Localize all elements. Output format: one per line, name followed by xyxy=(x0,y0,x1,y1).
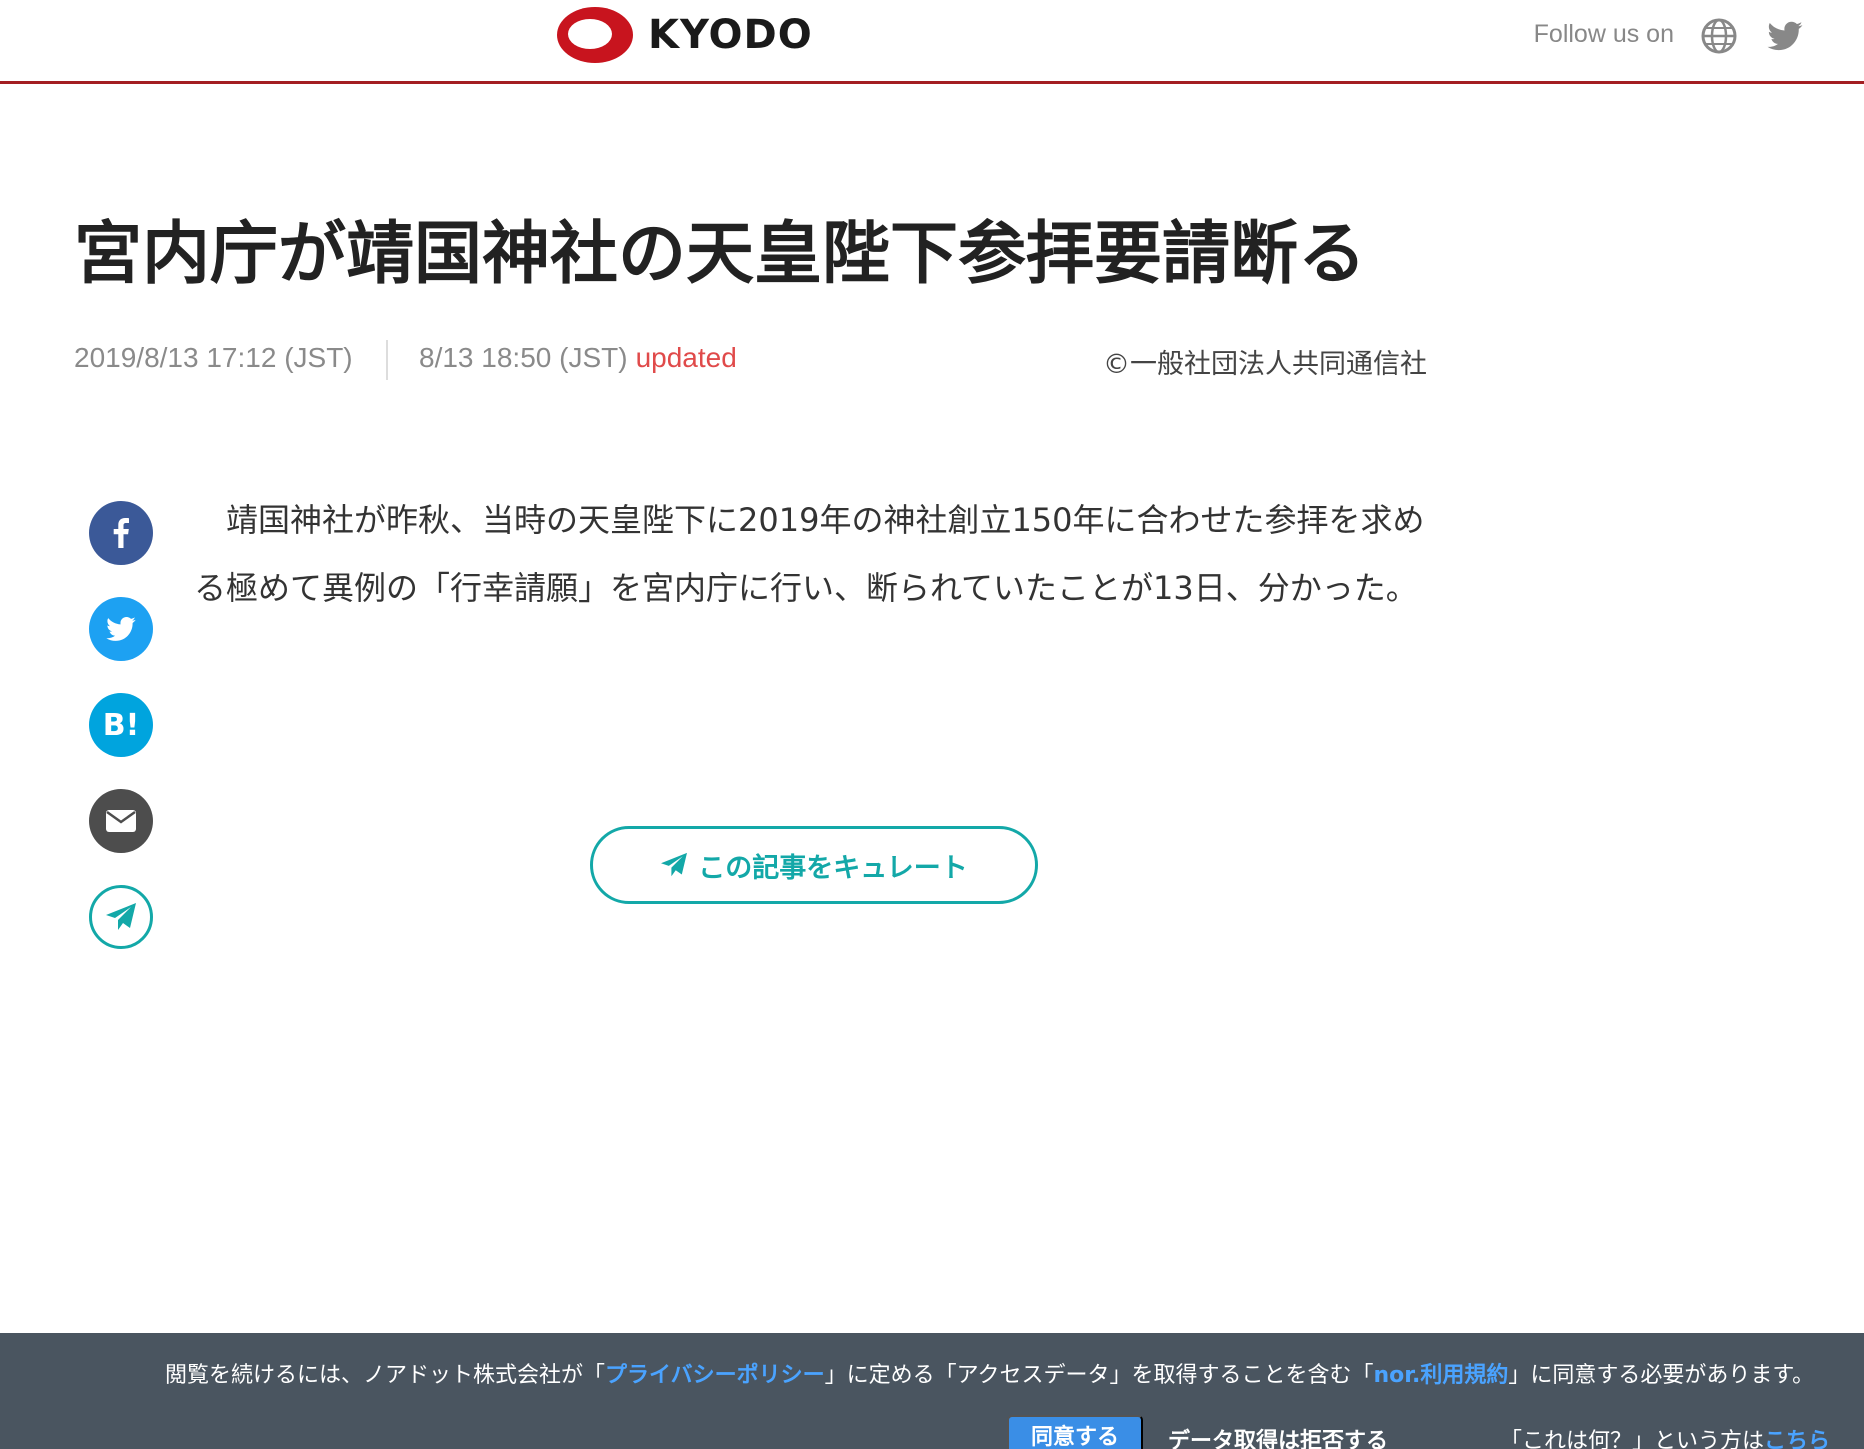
share-facebook-button[interactable] xyxy=(89,501,153,565)
kyodo-logo[interactable]: KYODO xyxy=(556,6,813,64)
consent-message: 閲覧を続けるには、ノアドット株式会社が「プライバシーポリシー」に定める「アクセス… xyxy=(165,1357,1814,1389)
consent-text-3: 」に同意する必要があります。 xyxy=(1508,1363,1815,1388)
kyodo-logo-mark-icon xyxy=(557,7,633,63)
curate-button-label: この記事をキュレート xyxy=(698,852,968,884)
site-header: KYODO Follow us on xyxy=(0,0,1864,84)
what-is-this-text: 「これは何？」という方は xyxy=(1500,1429,1765,1449)
article-body: 靖国神社が昨秋、当時の天皇陛下に2019年の神社創立150年に合わせた参拝を求め… xyxy=(194,501,1425,607)
facebook-icon xyxy=(113,518,129,548)
privacy-policy-link[interactable]: プライバシーポリシー xyxy=(605,1363,825,1388)
twitter-icon[interactable] xyxy=(1766,17,1804,55)
updated-label: updated xyxy=(635,342,737,373)
curate-article-button[interactable]: この記事をキュレート xyxy=(590,826,1038,904)
twitter-icon xyxy=(106,617,136,641)
paper-plane-icon xyxy=(661,852,688,877)
reject-data-button[interactable]: データ取得は拒否する xyxy=(1168,1423,1388,1449)
share-curate-button[interactable] xyxy=(89,885,153,949)
terms-link[interactable]: nor.利用規約 xyxy=(1373,1363,1508,1388)
logo-text: KYODO xyxy=(648,12,813,58)
share-hatena-button[interactable]: B! xyxy=(89,693,153,757)
consent-text-2: 」に定める「アクセスデータ」を取得することを含む「 xyxy=(824,1363,1374,1388)
what-is-this-link[interactable]: こちら xyxy=(1764,1429,1830,1449)
consent-text-1: 閲覧を続けるには、ノアドット株式会社が「 xyxy=(165,1363,606,1388)
share-email-button[interactable] xyxy=(89,789,153,853)
paper-plane-icon xyxy=(106,903,136,930)
meta-divider xyxy=(386,340,388,380)
consent-banner: 閲覧を続けるには、ノアドット株式会社が「プライバシーポリシー」に定める「アクセス… xyxy=(0,1333,1864,1449)
updated-time: 8/13 18:50 (JST) xyxy=(419,342,628,373)
mail-icon xyxy=(106,810,136,832)
article-title: 宮内庁が靖国神社の天皇陛下参拝要請断る xyxy=(74,215,1367,294)
follow-us-label: Follow us on xyxy=(1533,20,1674,48)
copyright: ©一般社団法人共同通信社 xyxy=(1103,349,1427,380)
hatena-bookmark-icon: B! xyxy=(102,707,140,743)
updated-time-line: 8/13 18:50 (JST) updated xyxy=(419,342,737,374)
agree-button[interactable]: 同意する xyxy=(1007,1415,1143,1449)
share-twitter-button[interactable] xyxy=(89,597,153,661)
what-is-this-line: 「これは何？」という方はこちら xyxy=(1500,1423,1830,1449)
globe-icon[interactable] xyxy=(1700,17,1738,55)
posted-time: 2019/8/13 17:12 (JST) xyxy=(74,342,353,373)
